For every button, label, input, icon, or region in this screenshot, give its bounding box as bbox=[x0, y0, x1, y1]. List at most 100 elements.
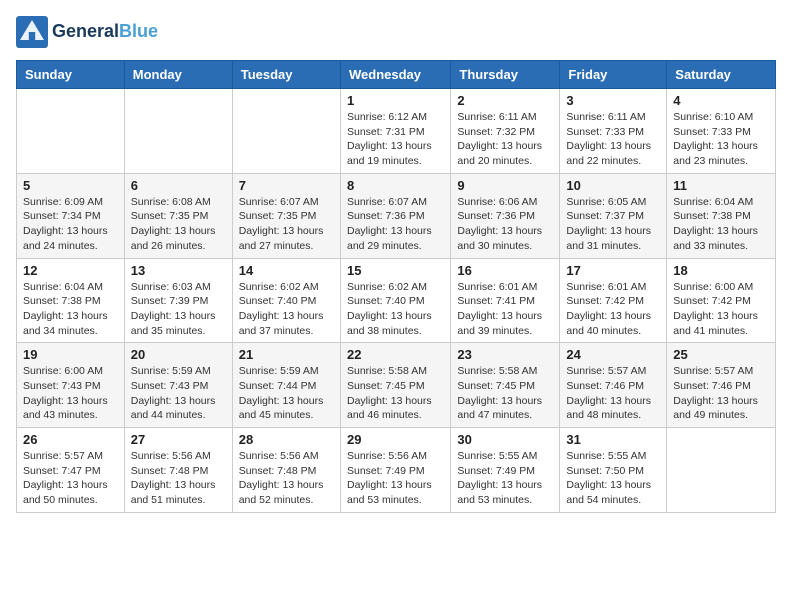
column-header-friday: Friday bbox=[560, 61, 667, 89]
column-header-saturday: Saturday bbox=[667, 61, 776, 89]
day-info: Sunrise: 5:58 AMSunset: 7:45 PMDaylight:… bbox=[347, 364, 444, 423]
calendar-day-cell: 30 Sunrise: 5:55 AMSunset: 7:49 PMDayligh… bbox=[451, 428, 560, 513]
day-info: Sunrise: 5:55 AMSunset: 7:50 PMDaylight:… bbox=[566, 449, 660, 508]
column-header-thursday: Thursday bbox=[451, 61, 560, 89]
calendar-day-cell: 29Sunrise: 5:56 AMSunset: 7:49 PMDayligh… bbox=[340, 428, 450, 513]
day-number: 8 bbox=[347, 178, 444, 193]
calendar-day-cell: 9 Sunrise: 6:06 AMSunset: 7:36 PMDaylight… bbox=[451, 173, 560, 258]
day-info: Sunrise: 5:58 AMSunset: 7:45 PMDaylight:… bbox=[457, 364, 553, 423]
day-info: Sunrise: 5:59 AMSunset: 7:43 PMDaylight:… bbox=[131, 364, 226, 423]
day-number: 16 bbox=[457, 263, 553, 278]
day-info: Sunrise: 5:55 AMSunset: 7:49 PMDaylight:… bbox=[457, 449, 553, 508]
logo-icon bbox=[16, 16, 48, 48]
day-number: 13 bbox=[131, 263, 226, 278]
day-info: Sunrise: 6:05 AMSunset: 7:37 PMDaylight:… bbox=[566, 195, 660, 254]
calendar-header-row: SundayMondayTuesdayWednesdayThursdayFrid… bbox=[17, 61, 776, 89]
calendar-day-cell: 16 Sunrise: 6:01 AMSunset: 7:41 PMDayligh… bbox=[451, 258, 560, 343]
day-number: 10 bbox=[566, 178, 660, 193]
day-number: 26 bbox=[23, 432, 118, 447]
day-info: Sunrise: 5:56 AMSunset: 7:48 PMDaylight:… bbox=[131, 449, 226, 508]
day-number: 17 bbox=[566, 263, 660, 278]
calendar-day-cell: 6Sunrise: 6:08 AMSunset: 7:35 PMDaylight… bbox=[124, 173, 232, 258]
calendar-day-cell: 14 Sunrise: 6:02 AMSunset: 7:40 PMDayligh… bbox=[232, 258, 340, 343]
day-number: 25 bbox=[673, 347, 769, 362]
logo: GeneralBlue bbox=[16, 16, 158, 48]
calendar-week-row: 12Sunrise: 6:04 AMSunset: 7:38 PMDayligh… bbox=[17, 258, 776, 343]
day-info: Sunrise: 6:03 AMSunset: 7:39 PMDaylight:… bbox=[131, 280, 226, 339]
calendar-day-cell: 22Sunrise: 5:58 AMSunset: 7:45 PMDayligh… bbox=[340, 343, 450, 428]
calendar-day-cell: 7 Sunrise: 6:07 AMSunset: 7:35 PMDaylight… bbox=[232, 173, 340, 258]
day-number: 18 bbox=[673, 263, 769, 278]
calendar-day-cell: 15Sunrise: 6:02 AMSunset: 7:40 PMDayligh… bbox=[340, 258, 450, 343]
day-info: Sunrise: 6:04 AMSunset: 7:38 PMDaylight:… bbox=[673, 195, 769, 254]
day-info: Sunrise: 6:01 AMSunset: 7:42 PMDaylight:… bbox=[566, 280, 660, 339]
calendar-week-row: 5Sunrise: 6:09 AMSunset: 7:34 PMDaylight… bbox=[17, 173, 776, 258]
calendar-day-cell: 1 Sunrise: 6:12 AMSunset: 7:31 PMDaylight… bbox=[340, 89, 450, 174]
day-number: 21 bbox=[239, 347, 334, 362]
calendar-day-cell: 3Sunrise: 6:11 AMSunset: 7:33 PMDaylight… bbox=[560, 89, 667, 174]
day-number: 12 bbox=[23, 263, 118, 278]
day-info: Sunrise: 5:57 AMSunset: 7:46 PMDaylight:… bbox=[673, 364, 769, 423]
calendar-day-cell: 26 Sunrise: 5:57 AMSunset: 7:47 PMDayligh… bbox=[17, 428, 125, 513]
day-info: Sunrise: 6:00 AMSunset: 7:43 PMDaylight:… bbox=[23, 364, 118, 423]
calendar-day-cell: 11 Sunrise: 6:04 AMSunset: 7:38 PMDayligh… bbox=[667, 173, 776, 258]
day-info: Sunrise: 5:56 AMSunset: 7:48 PMDaylight:… bbox=[239, 449, 334, 508]
calendar-day-cell: 28 Sunrise: 5:56 AMSunset: 7:48 PMDayligh… bbox=[232, 428, 340, 513]
day-number: 3 bbox=[566, 93, 660, 108]
day-info: Sunrise: 6:11 AMSunset: 7:32 PMDaylight:… bbox=[457, 110, 553, 169]
day-number: 11 bbox=[673, 178, 769, 193]
day-info: Sunrise: 6:02 AMSunset: 7:40 PMDaylight:… bbox=[239, 280, 334, 339]
day-info: Sunrise: 6:10 AMSunset: 7:33 PMDaylight:… bbox=[673, 110, 769, 169]
column-header-wednesday: Wednesday bbox=[340, 61, 450, 89]
day-number: 2 bbox=[457, 93, 553, 108]
day-number: 23 bbox=[457, 347, 553, 362]
calendar-day-cell: 24 Sunrise: 5:57 AMSunset: 7:46 PMDayligh… bbox=[560, 343, 667, 428]
day-number: 30 bbox=[457, 432, 553, 447]
calendar-day-cell: 2 Sunrise: 6:11 AMSunset: 7:32 PMDaylight… bbox=[451, 89, 560, 174]
calendar-week-row: 1 Sunrise: 6:12 AMSunset: 7:31 PMDaylight… bbox=[17, 89, 776, 174]
calendar-day-cell: 20 Sunrise: 5:59 AMSunset: 7:43 PMDayligh… bbox=[124, 343, 232, 428]
calendar-day-cell: 4 Sunrise: 6:10 AMSunset: 7:33 PMDaylight… bbox=[667, 89, 776, 174]
calendar-table: SundayMondayTuesdayWednesdayThursdayFrid… bbox=[16, 60, 776, 513]
day-info: Sunrise: 5:59 AMSunset: 7:44 PMDaylight:… bbox=[239, 364, 334, 423]
day-info: Sunrise: 6:07 AMSunset: 7:35 PMDaylight:… bbox=[239, 195, 334, 254]
calendar-day-cell: 12Sunrise: 6:04 AMSunset: 7:38 PMDayligh… bbox=[17, 258, 125, 343]
day-number: 31 bbox=[566, 432, 660, 447]
calendar-day-cell: 5Sunrise: 6:09 AMSunset: 7:34 PMDaylight… bbox=[17, 173, 125, 258]
calendar-empty-cell bbox=[124, 89, 232, 174]
day-number: 14 bbox=[239, 263, 334, 278]
calendar-empty-cell bbox=[17, 89, 125, 174]
day-number: 28 bbox=[239, 432, 334, 447]
day-info: Sunrise: 6:12 AMSunset: 7:31 PMDaylight:… bbox=[347, 110, 444, 169]
day-info: Sunrise: 5:57 AMSunset: 7:46 PMDaylight:… bbox=[566, 364, 660, 423]
day-number: 9 bbox=[457, 178, 553, 193]
day-number: 5 bbox=[23, 178, 118, 193]
day-number: 1 bbox=[347, 93, 444, 108]
day-info: Sunrise: 6:00 AMSunset: 7:42 PMDaylight:… bbox=[673, 280, 769, 339]
day-info: Sunrise: 6:06 AMSunset: 7:36 PMDaylight:… bbox=[457, 195, 553, 254]
day-number: 24 bbox=[566, 347, 660, 362]
day-number: 7 bbox=[239, 178, 334, 193]
day-info: Sunrise: 6:08 AMSunset: 7:35 PMDaylight:… bbox=[131, 195, 226, 254]
day-info: Sunrise: 6:07 AMSunset: 7:36 PMDaylight:… bbox=[347, 195, 444, 254]
day-number: 4 bbox=[673, 93, 769, 108]
calendar-day-cell: 19Sunrise: 6:00 AMSunset: 7:43 PMDayligh… bbox=[17, 343, 125, 428]
calendar-empty-cell bbox=[232, 89, 340, 174]
day-info: Sunrise: 5:56 AMSunset: 7:49 PMDaylight:… bbox=[347, 449, 444, 508]
day-info: Sunrise: 5:57 AMSunset: 7:47 PMDaylight:… bbox=[23, 449, 118, 508]
calendar-week-row: 19Sunrise: 6:00 AMSunset: 7:43 PMDayligh… bbox=[17, 343, 776, 428]
calendar-day-cell: 23 Sunrise: 5:58 AMSunset: 7:45 PMDayligh… bbox=[451, 343, 560, 428]
calendar-day-cell: 10 Sunrise: 6:05 AMSunset: 7:37 PMDayligh… bbox=[560, 173, 667, 258]
day-info: Sunrise: 6:02 AMSunset: 7:40 PMDaylight:… bbox=[347, 280, 444, 339]
day-number: 20 bbox=[131, 347, 226, 362]
calendar-day-cell: 21 Sunrise: 5:59 AMSunset: 7:44 PMDayligh… bbox=[232, 343, 340, 428]
day-info: Sunrise: 6:01 AMSunset: 7:41 PMDaylight:… bbox=[457, 280, 553, 339]
day-number: 27 bbox=[131, 432, 226, 447]
column-header-sunday: Sunday bbox=[17, 61, 125, 89]
calendar-day-cell: 17 Sunrise: 6:01 AMSunset: 7:42 PMDayligh… bbox=[560, 258, 667, 343]
calendar-day-cell: 18 Sunrise: 6:00 AMSunset: 7:42 PMDayligh… bbox=[667, 258, 776, 343]
calendar-day-cell: 8 Sunrise: 6:07 AMSunset: 7:36 PMDaylight… bbox=[340, 173, 450, 258]
column-header-tuesday: Tuesday bbox=[232, 61, 340, 89]
calendar-day-cell: 31 Sunrise: 5:55 AMSunset: 7:50 PMDayligh… bbox=[560, 428, 667, 513]
column-header-monday: Monday bbox=[124, 61, 232, 89]
